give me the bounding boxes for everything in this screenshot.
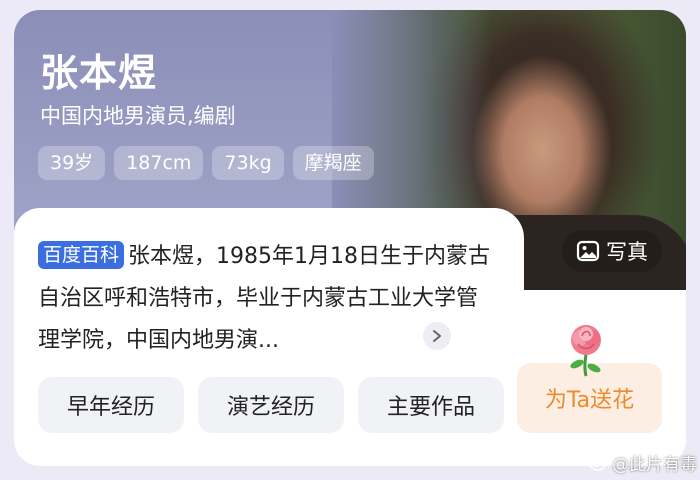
image-icon [576, 240, 600, 262]
watermark: @此片有毒 [590, 450, 697, 475]
chevron-right-icon [433, 330, 441, 342]
tag-age: 39岁 [38, 146, 106, 180]
major-works-button[interactable]: 主要作品 [358, 377, 504, 433]
profile-tags: 39岁 187cm 73kg 摩羯座 [38, 146, 374, 180]
tag-weight: 73kg [212, 146, 284, 180]
person-subtitle: 中国内地男演员,编剧 [40, 104, 236, 128]
weibo-icon [590, 455, 608, 471]
baike-badge: 百度百科 [38, 241, 125, 269]
watermark-text: @此片有毒 [612, 455, 697, 475]
send-flower-label: 为Ta送花 [544, 388, 635, 413]
early-life-button[interactable]: 早年经历 [38, 377, 184, 433]
photo-gallery-button[interactable]: 写真 [562, 230, 662, 272]
expand-summary-button[interactable] [423, 322, 451, 350]
rose-icon [570, 325, 601, 377]
person-name: 张本煜 [40, 51, 158, 95]
section-buttons: 早年经历 演艺经历 主要作品 [38, 377, 504, 433]
tag-zodiac: 摩羯座 [292, 146, 374, 180]
photo-gallery-label: 写真 [606, 240, 648, 264]
tag-height: 187cm [114, 146, 204, 180]
acting-career-button[interactable]: 演艺经历 [198, 377, 344, 433]
